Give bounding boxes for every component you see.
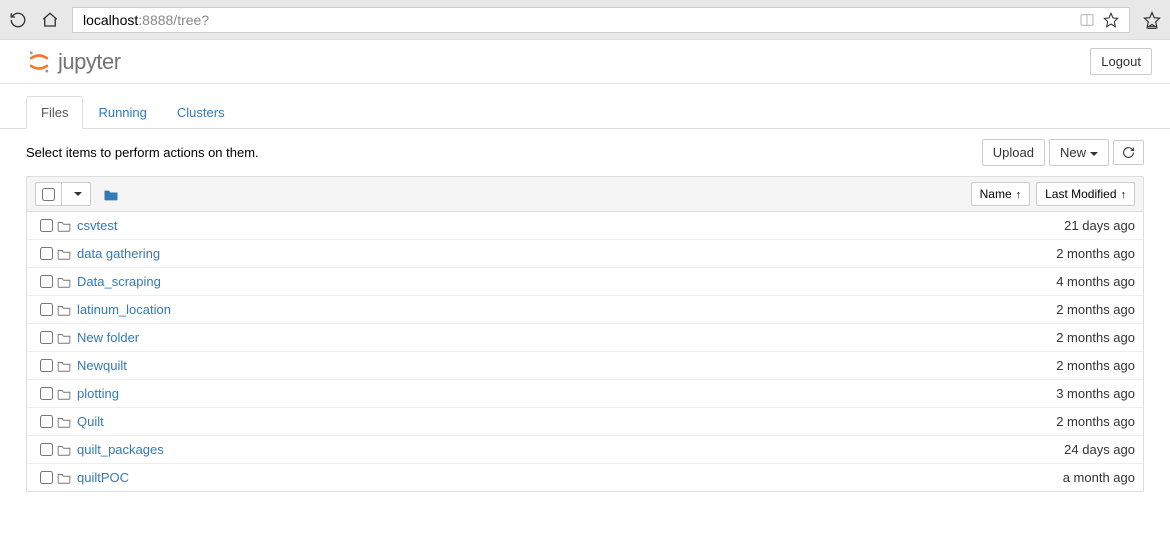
row-checkbox[interactable] [35, 443, 57, 456]
folder-icon [57, 416, 77, 428]
table-row: data gathering 2 months ago [27, 240, 1143, 268]
app-header: jupyter Logout [0, 40, 1170, 84]
select-dropdown[interactable] [62, 183, 90, 205]
sort-modified-button[interactable]: Last Modified [1036, 182, 1135, 206]
folder-icon [57, 444, 77, 456]
select-all-checkbox[interactable] [36, 183, 62, 205]
browser-toolbar: localhost:8888/tree? [0, 0, 1170, 40]
file-list: Name Last Modified csvtest 21 days ago dat… [26, 176, 1144, 492]
item-modified: 2 months ago [1056, 358, 1135, 373]
sort-modified-label: Last Modified [1045, 187, 1116, 201]
item-modified: 2 months ago [1056, 302, 1135, 317]
item-modified: 21 days ago [1064, 218, 1135, 233]
breadcrumb-root-icon[interactable] [103, 188, 119, 201]
reader-icon[interactable] [1079, 12, 1095, 28]
caret-down-icon [1090, 152, 1098, 156]
table-row: New folder 2 months ago [27, 324, 1143, 352]
item-name-link[interactable]: latinum_location [77, 302, 171, 317]
table-row: Quilt 2 months ago [27, 408, 1143, 436]
row-checkbox[interactable] [35, 275, 57, 288]
folder-icon [57, 220, 77, 232]
folder-icon [57, 388, 77, 400]
upload-button[interactable]: Upload [982, 139, 1045, 166]
tabs: Files Running Clusters [0, 96, 1170, 129]
home-icon[interactable] [40, 10, 60, 30]
row-checkbox[interactable] [35, 415, 57, 428]
url-domain: localhost [83, 12, 138, 28]
item-modified: 2 months ago [1056, 330, 1135, 345]
row-checkbox[interactable] [35, 331, 57, 344]
item-name-link[interactable]: quiltPOC [77, 470, 129, 485]
file-rows: csvtest 21 days ago data gathering 2 months… [27, 212, 1143, 491]
item-name-link[interactable]: quilt_packages [77, 442, 164, 457]
jupyter-logo-text: jupyter [58, 49, 121, 75]
table-row: csvtest 21 days ago [27, 212, 1143, 240]
jupyter-logo[interactable]: jupyter [26, 49, 121, 75]
item-name-link[interactable]: csvtest [77, 218, 117, 233]
url-path: :8888/tree? [138, 12, 209, 28]
item-name-link[interactable]: Quilt [77, 414, 104, 429]
table-row: Data_scraping 4 months ago [27, 268, 1143, 296]
folder-icon [57, 472, 77, 484]
item-modified: 2 months ago [1056, 414, 1135, 429]
table-row: latinum_location 2 months ago [27, 296, 1143, 324]
sort-name-label: Name [980, 187, 1012, 201]
favorites-icon[interactable] [1142, 10, 1162, 30]
item-modified: 24 days ago [1064, 442, 1135, 457]
new-button[interactable]: New [1049, 139, 1109, 166]
caret-down-icon [74, 192, 82, 196]
logout-button[interactable]: Logout [1090, 48, 1152, 75]
file-list-header: Name Last Modified [27, 177, 1143, 212]
item-modified: 2 months ago [1056, 246, 1135, 261]
item-name-link[interactable]: Data_scraping [77, 274, 161, 289]
tab-files[interactable]: Files [26, 96, 83, 129]
row-checkbox[interactable] [35, 359, 57, 372]
url-bar[interactable]: localhost:8888/tree? [72, 7, 1130, 33]
action-bar: Select items to perform actions on them.… [0, 129, 1170, 176]
action-hint: Select items to perform actions on them. [26, 145, 259, 160]
select-all-group [35, 182, 91, 206]
row-checkbox[interactable] [35, 471, 57, 484]
table-row: quilt_packages 24 days ago [27, 436, 1143, 464]
item-modified: 4 months ago [1056, 274, 1135, 289]
star-icon[interactable] [1103, 12, 1119, 28]
arrow-up-icon [1121, 187, 1127, 201]
refresh-button[interactable] [1113, 140, 1144, 165]
row-checkbox[interactable] [35, 247, 57, 260]
folder-icon [57, 248, 77, 260]
item-name-link[interactable]: data gathering [77, 246, 160, 261]
jupyter-logo-icon [26, 49, 52, 75]
tab-clusters[interactable]: Clusters [162, 96, 240, 129]
table-row: Newquilt 2 months ago [27, 352, 1143, 380]
new-button-label: New [1060, 145, 1086, 160]
item-name-link[interactable]: Newquilt [77, 358, 127, 373]
table-row: quiltPOC a month ago [27, 464, 1143, 491]
row-checkbox[interactable] [35, 303, 57, 316]
arrow-up-icon [1016, 187, 1022, 201]
sort-name-button[interactable]: Name [971, 182, 1031, 206]
table-row: plotting 3 months ago [27, 380, 1143, 408]
folder-icon [57, 304, 77, 316]
row-checkbox[interactable] [35, 387, 57, 400]
row-checkbox[interactable] [35, 219, 57, 232]
item-name-link[interactable]: New folder [77, 330, 139, 345]
folder-icon [57, 360, 77, 372]
reload-icon[interactable] [8, 10, 28, 30]
folder-icon [57, 276, 77, 288]
folder-icon [57, 332, 77, 344]
item-modified: 3 months ago [1056, 386, 1135, 401]
item-name-link[interactable]: plotting [77, 386, 119, 401]
item-modified: a month ago [1063, 470, 1135, 485]
tab-running[interactable]: Running [83, 96, 161, 129]
